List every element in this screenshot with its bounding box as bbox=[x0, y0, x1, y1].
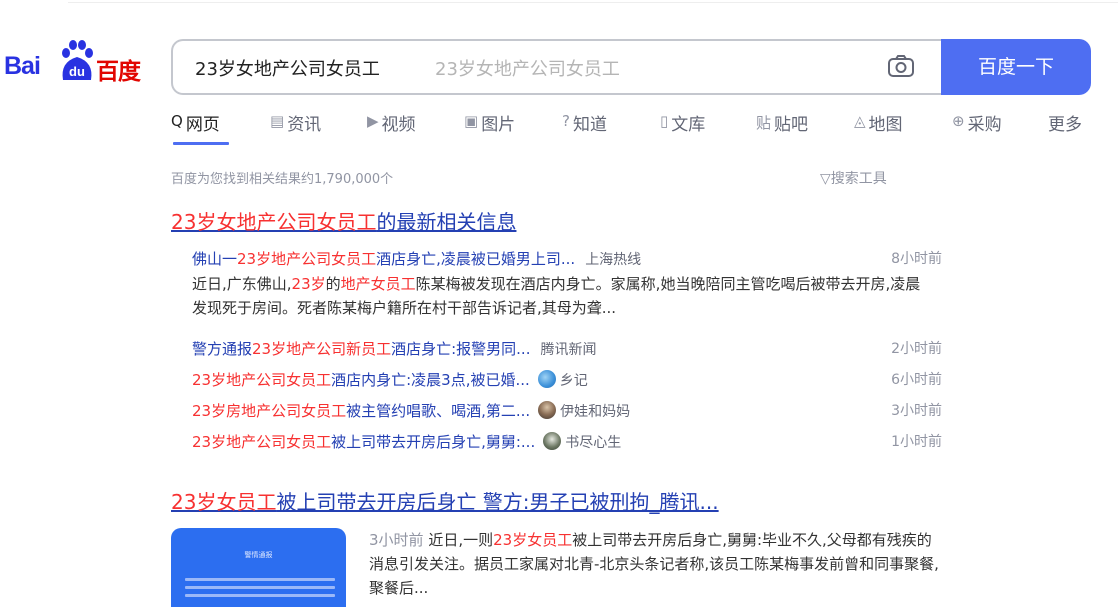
tab-label: 采购 bbox=[967, 115, 1002, 135]
thumbnail-text-line bbox=[185, 586, 335, 589]
result-abstract: 3小时前 近日,一则23岁女员工被上司带去开房后身亡,舅舅:毕业不久,父母都有残… bbox=[369, 528, 944, 600]
thumbnail-text-line bbox=[185, 594, 335, 597]
tab-zhidao[interactable]: ? 知道 bbox=[562, 110, 607, 146]
tab-label: 网页 bbox=[185, 115, 220, 135]
news-source: 书尽心生 bbox=[565, 435, 622, 451]
news-title-part: 被上司带去开房后身亡,舅舅:... bbox=[331, 433, 536, 451]
avatar bbox=[538, 401, 557, 419]
abstract-highlight: 地产女员工 bbox=[340, 275, 416, 293]
image-icon: ▣ bbox=[464, 112, 479, 130]
document-icon: ▯ bbox=[660, 112, 669, 130]
news-title-highlight: 23岁房地产公司女员工 bbox=[192, 402, 347, 420]
news-time: 8小时前 bbox=[891, 251, 942, 267]
thumbnail-title: 警情通报 bbox=[244, 551, 273, 559]
result-count: 百度为您找到相关结果约1,790,000个 bbox=[171, 172, 394, 187]
news-item[interactable]: 23岁地产公司女员工酒店内身亡:凌晨3点,被已婚... 乡记 6小时前 bbox=[192, 369, 942, 390]
tab-label: 图片 bbox=[481, 115, 516, 135]
abstract-highlight: 23岁女员工 bbox=[493, 531, 573, 549]
tab-label: 文库 bbox=[671, 115, 706, 135]
news-time: 6小时前 bbox=[891, 372, 942, 388]
map-icon: ◬ bbox=[854, 112, 866, 130]
news-title-highlight: 23岁地产公司女员工 bbox=[192, 433, 332, 451]
filter-icon: ▽ bbox=[820, 171, 831, 187]
abstract-highlight: 23岁 bbox=[291, 275, 326, 293]
abstract-text: 近日,一则 bbox=[428, 531, 494, 549]
news-title-part: 酒店身亡:报警男同... bbox=[391, 340, 531, 358]
news-item[interactable]: 23岁地产公司女员工被上司带去开房后身亡,舅舅:... 书尽心生 1小时前 bbox=[192, 431, 942, 452]
tab-shopping[interactable]: ⊕ 采购 bbox=[952, 110, 1002, 146]
tab-webpage[interactable]: Q 网页 bbox=[171, 110, 229, 146]
news-title-part: 警方通报 bbox=[192, 340, 253, 358]
tab-more[interactable]: 更多 bbox=[1048, 110, 1082, 146]
camera-icon[interactable] bbox=[887, 54, 915, 78]
search-tools-button[interactable]: ▽搜索工具 bbox=[820, 168, 887, 188]
result-time: 3小时前 bbox=[369, 531, 424, 549]
result-title[interactable]: 23岁女地产公司女员工的最新相关信息 bbox=[171, 206, 516, 235]
tab-tieba[interactable]: 贴贴吧 bbox=[756, 110, 808, 146]
search-tools-label: 搜索工具 bbox=[830, 171, 887, 187]
news-title-part: 酒店身亡,凌晨被已婚男上司... bbox=[376, 250, 576, 268]
news-source: 腾讯新闻 bbox=[540, 342, 597, 358]
tab-label: 视频 bbox=[381, 115, 416, 135]
news-icon: ▤ bbox=[270, 112, 285, 130]
title-rest: 被上司带去开房后身亡 警方:男子已被刑拘_腾讯... bbox=[276, 490, 719, 514]
tab-label: 知道 bbox=[572, 115, 607, 135]
search-suggestion[interactable]: 23岁女地产公司女员工 bbox=[435, 55, 620, 81]
tab-wenku[interactable]: ▯ 文库 bbox=[660, 110, 705, 146]
news-item[interactable]: 警方通报23岁地产公司新员工酒店身亡:报警男同... 腾讯新闻 2小时前 bbox=[192, 338, 942, 359]
tab-video[interactable]: ▶ 视频 bbox=[367, 110, 416, 146]
news-item[interactable]: 23岁房地产公司女员工被主管约唱歌、喝酒,第二... 伊娃和妈妈 3小时前 bbox=[192, 400, 942, 421]
news-item[interactable]: 佛山一23岁地产公司女员工酒店身亡,凌晨被已婚男上司... 上海热线 8小时前 bbox=[192, 248, 942, 269]
search-button[interactable]: 百度一下 bbox=[941, 39, 1091, 95]
logo-text-cn: 百度 bbox=[96, 59, 141, 85]
news-time: 3小时前 bbox=[891, 403, 942, 419]
result-abstract: 近日,广东佛山,23岁的地产女员工陈某梅被发现在酒店内身亡。家属称,她当晚陪同主… bbox=[192, 272, 932, 320]
title-highlight: 23岁女员工 bbox=[171, 490, 277, 514]
news-title-part: 被主管约唱歌、喝酒,第二... bbox=[346, 402, 531, 420]
news-time: 2小时前 bbox=[891, 341, 942, 357]
title-rest: 的最新相关信息 bbox=[376, 210, 517, 234]
baidu-logo[interactable]: Bai du 百度 bbox=[4, 40, 150, 90]
news-title-highlight: 23岁地产公司女员工 bbox=[237, 250, 377, 268]
search-icon: Q bbox=[171, 112, 183, 130]
search-box[interactable]: 23岁女地产公司女员工 23岁女地产公司女员工 bbox=[171, 39, 941, 95]
shopping-icon: ⊕ bbox=[952, 112, 965, 130]
tab-label: 贴吧 bbox=[774, 115, 809, 135]
tab-map[interactable]: ◬ 地图 bbox=[854, 110, 903, 146]
search-input[interactable]: 23岁女地产公司女员工 bbox=[195, 55, 380, 81]
title-highlight: 23岁女地产公司女员工 bbox=[171, 210, 377, 234]
video-icon: ▶ bbox=[367, 112, 379, 130]
result-thumbnail[interactable]: 警情通报 bbox=[171, 528, 346, 607]
top-divider bbox=[68, 0, 1118, 3]
avatar bbox=[537, 370, 556, 388]
news-time: 1小时前 bbox=[891, 434, 942, 450]
abstract-text: 的 bbox=[325, 275, 341, 293]
abstract-text: 近日,广东佛山, bbox=[192, 275, 292, 293]
tab-images[interactable]: ▣ 图片 bbox=[464, 110, 515, 146]
news-source: 伊娃和妈妈 bbox=[560, 404, 631, 420]
news-title-highlight: 23岁地产公司新员工 bbox=[252, 340, 392, 358]
news-title-part: 佛山一 bbox=[192, 250, 238, 268]
news-source: 上海热线 bbox=[585, 252, 642, 268]
result-title[interactable]: 23岁女员工被上司带去开房后身亡 警方:男子已被刑拘_腾讯... bbox=[171, 486, 719, 515]
thumbnail-text-line bbox=[185, 578, 335, 581]
logo-text-bai: Bai bbox=[4, 52, 41, 80]
tab-news[interactable]: ▤ 资讯 bbox=[270, 110, 321, 146]
news-source: 乡记 bbox=[559, 373, 588, 389]
news-title-highlight: 23岁地产公司女员工 bbox=[192, 371, 332, 389]
question-icon: ? bbox=[562, 112, 570, 130]
avatar bbox=[543, 432, 562, 450]
logo-text-du: du bbox=[69, 64, 85, 79]
tab-label: 资讯 bbox=[287, 115, 322, 135]
tab-label: 地图 bbox=[868, 115, 903, 135]
tab-label: 更多 bbox=[1048, 115, 1082, 135]
tieba-icon: 贴 bbox=[756, 114, 772, 132]
news-title-part: 酒店内身亡:凌晨3点,被已婚... bbox=[331, 371, 530, 389]
paw-logo-icon: du bbox=[62, 40, 93, 80]
